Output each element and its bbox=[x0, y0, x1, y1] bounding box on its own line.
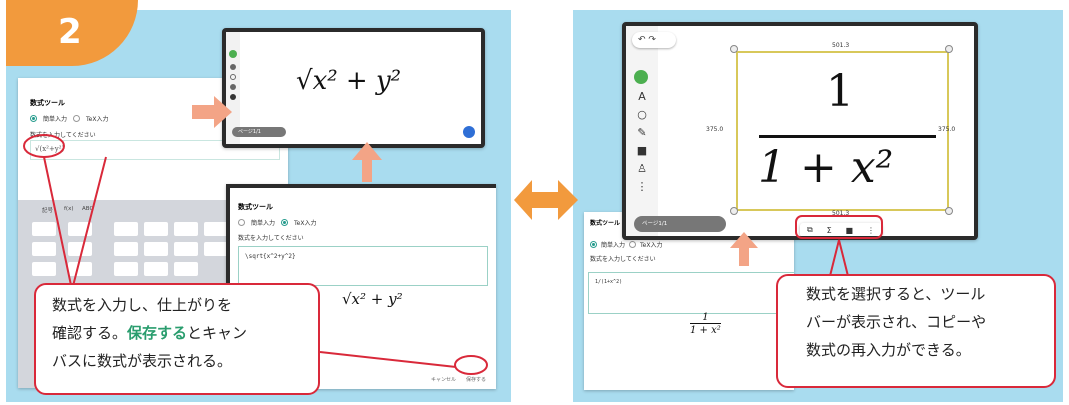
callout-line: 数式を入力し、仕上がりを bbox=[52, 296, 233, 314]
callout-text: とキャン bbox=[187, 324, 248, 342]
highlight-circle bbox=[23, 134, 65, 158]
callout-line: バーが表示され、コピーや bbox=[806, 313, 987, 331]
callout-line: バスに数式が表示される。 bbox=[52, 352, 233, 370]
highlight-box bbox=[795, 215, 883, 239]
arrow-up-icon bbox=[730, 232, 758, 266]
callout-line: 数式を選択すると、ツール bbox=[806, 285, 986, 303]
double-arrow-icon bbox=[514, 180, 578, 220]
callout-text: 確認する。 bbox=[52, 324, 128, 342]
callout-right: 数式を選択すると、ツール バーが表示され、コピーや 数式の再入力ができる。 bbox=[776, 274, 1056, 388]
arrow-right-icon bbox=[192, 96, 232, 128]
highlight-circle bbox=[454, 355, 488, 375]
callout-line: 数式の再入力ができる。 bbox=[806, 341, 971, 359]
callout-line: 確認する。保存するとキャン bbox=[52, 319, 318, 347]
arrow-up-icon bbox=[352, 142, 382, 182]
callout-highlight: 保存する bbox=[127, 324, 188, 342]
callout-left: 数式を入力し、仕上がりを 確認する。保存するとキャン バスに数式が表示される。 bbox=[34, 283, 320, 395]
